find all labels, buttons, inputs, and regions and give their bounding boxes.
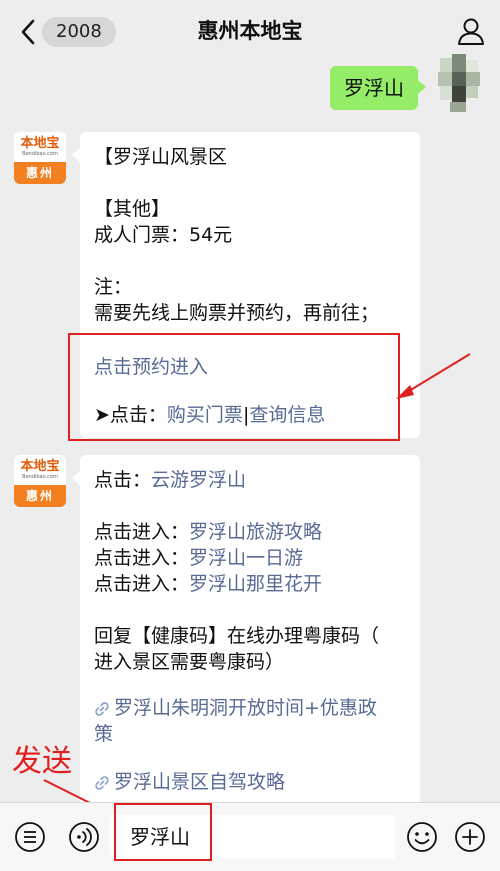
flowers-link[interactable]: 罗浮山那里花开: [189, 573, 322, 595]
outgoing-message-text: 罗浮山: [344, 76, 404, 100]
bendibao-avatar-2[interactable]: 本地宝 Bendibao.com 惠州: [14, 455, 66, 507]
avatar-brand: 本地宝: [20, 459, 60, 474]
send-annotation-label: 发送: [12, 744, 72, 779]
avatar-url: Bendibao.com: [22, 151, 58, 157]
top-bar: 2008 惠州本地宝: [0, 0, 500, 62]
enter-label: 点击进入：: [94, 521, 190, 543]
chat-title: 惠州本地宝: [197, 19, 303, 43]
article-1-title-line-1: 罗浮山朱明洞开放时间+优惠政: [114, 697, 377, 719]
scenic-area-title: 【罗浮山风景区: [94, 146, 228, 168]
outgoing-message-bubble[interactable]: 罗浮山: [330, 66, 426, 110]
health-code-line-2: 进入景区需要粤康码）: [94, 651, 285, 673]
click-label: 点击：: [94, 469, 152, 491]
voice-input-button[interactable]: [68, 821, 100, 853]
composer-bar: 罗浮山: [0, 802, 500, 871]
arrow-annotation-icon: [396, 353, 471, 399]
pixelated-avatar-image: [432, 54, 484, 114]
avatar-url: Bendibao.com: [22, 474, 58, 480]
section-heading: 【其他】: [94, 198, 171, 220]
article-link-1[interactable]: 罗浮山朱明洞开放时间+优惠政 策: [94, 695, 406, 747]
avatar-city: 惠州: [14, 162, 66, 184]
avatar-brand: 本地宝: [20, 136, 60, 151]
more-options-button[interactable]: [454, 821, 486, 853]
incoming-message-2: 点击：云游罗浮山 点击进入：罗浮山旅游攻略 点击进入：罗浮山一日游 点击进入：罗…: [72, 455, 420, 802]
enter-label: 点击进入：: [94, 573, 190, 595]
ticket-price: 成人门票：54元: [94, 224, 233, 246]
input-highlight-box: [114, 803, 212, 861]
enter-label: 点击进入：: [94, 547, 190, 569]
link-icon: [95, 702, 109, 716]
day-trip-link[interactable]: 罗浮山一日游: [189, 547, 303, 569]
article-link-2[interactable]: 罗浮山景区自驾攻略: [94, 769, 406, 795]
plus-icon: [455, 822, 485, 852]
avatar-city: 惠州: [14, 485, 66, 507]
list-menu-icon: [15, 822, 45, 852]
menu-toggle-button[interactable]: [14, 821, 46, 853]
person-icon: [458, 18, 484, 45]
health-code-line-1: 回复【健康码】在线办理粤康码（: [94, 625, 380, 647]
highlight-box: [68, 333, 400, 441]
article-1-title-line-2: 策: [94, 723, 114, 745]
travel-guide-link[interactable]: 罗浮山旅游攻略: [189, 521, 322, 543]
voice-icon: [69, 822, 99, 852]
cloud-tour-link[interactable]: 云游罗浮山: [151, 469, 246, 491]
profile-button[interactable]: [456, 16, 486, 46]
bendibao-avatar[interactable]: 本地宝 Bendibao.com 惠州: [14, 132, 66, 184]
note-label: 注：: [94, 276, 133, 298]
article-2-title: 罗浮山景区自驾攻略: [114, 771, 286, 793]
my-avatar[interactable]: [432, 54, 484, 114]
note-text: 需要先线上购票并预约，再前往；: [94, 302, 380, 324]
smiley-icon: [407, 822, 437, 852]
emoji-button[interactable]: [406, 821, 438, 853]
